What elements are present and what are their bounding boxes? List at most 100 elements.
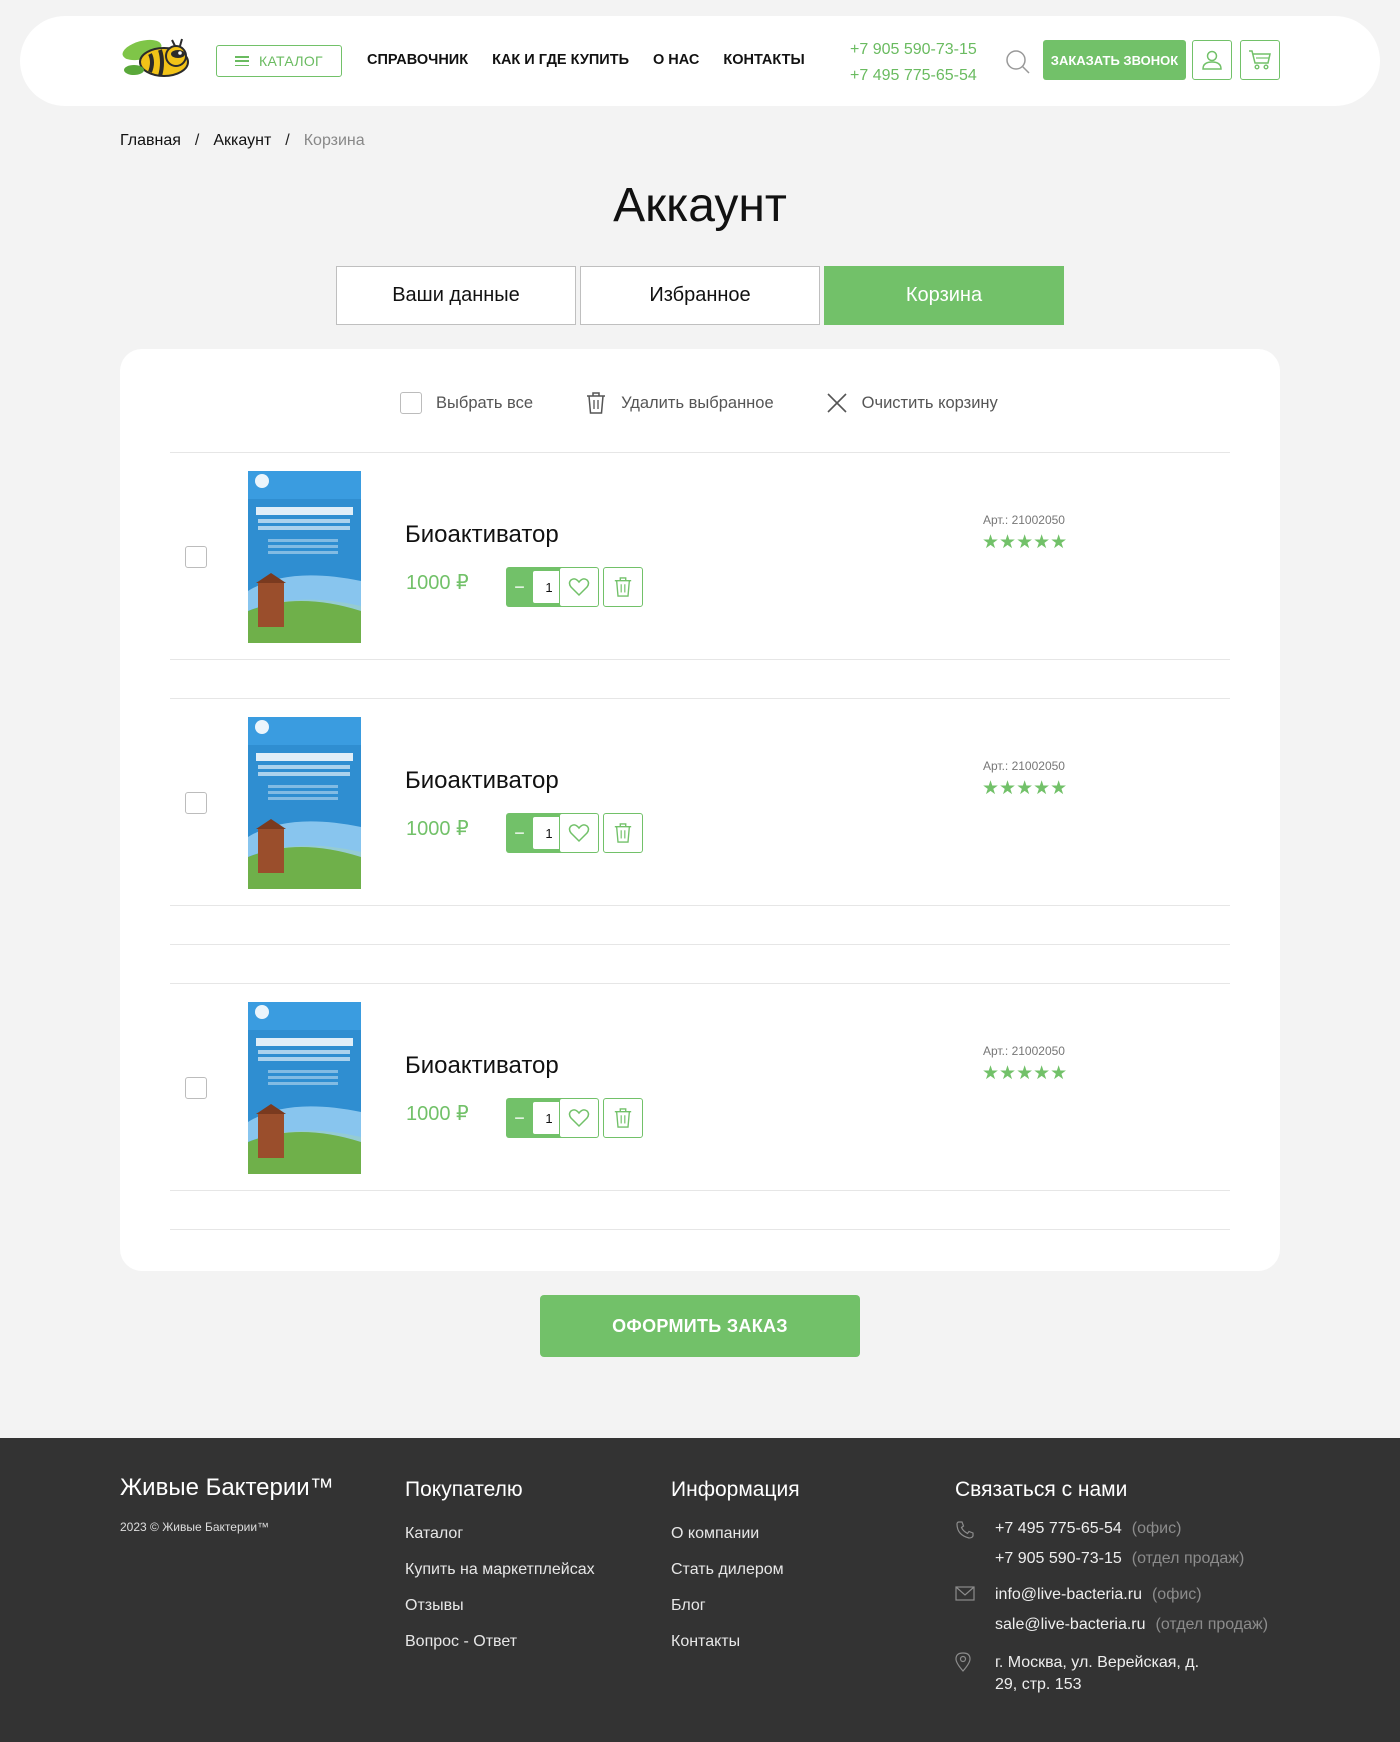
footer-link-contacts[interactable]: Контакты xyxy=(671,1624,800,1660)
footer-link-blog[interactable]: Блог xyxy=(671,1588,800,1624)
divider xyxy=(170,1229,1230,1230)
divider xyxy=(170,1190,1230,1191)
user-button[interactable] xyxy=(1192,40,1232,80)
rating-stars: ★★★★★ xyxy=(982,1063,1068,1084)
menu-icon xyxy=(235,56,250,66)
divider xyxy=(170,905,1230,906)
decrease-button[interactable]: − xyxy=(506,1098,533,1138)
order-call-button[interactable]: ЗАКАЗАТЬ ЗВОНОК xyxy=(1043,40,1186,80)
checkout-button[interactable]: ОФОРМИТЬ ЗАКАЗ xyxy=(540,1295,860,1357)
footer-link-faq[interactable]: Вопрос - Ответ xyxy=(405,1624,595,1660)
footer-info-column: Информация О компании Стать дилером Блог… xyxy=(671,1478,800,1660)
contact-phone-link[interactable]: +7 905 590-73-15 xyxy=(995,1550,1122,1568)
contact-note: (отдел продаж) xyxy=(1155,1616,1269,1633)
logo-bee-icon[interactable] xyxy=(120,34,196,80)
site-header: КАТАЛОГ СПРАВОЧНИК КАК И ГДЕ КУПИТЬ О НА… xyxy=(20,16,1380,106)
delete-item-button[interactable] xyxy=(603,567,643,607)
phone-icon xyxy=(955,1520,995,1545)
nav-about[interactable]: О НАС xyxy=(653,52,699,68)
location-pin-icon xyxy=(955,1652,995,1696)
nav-contacts[interactable]: КОНТАКТЫ xyxy=(723,52,804,68)
contact-email-link[interactable]: sale@live-bacteria.ru xyxy=(995,1616,1146,1634)
decrease-button[interactable]: − xyxy=(506,813,533,853)
rating-stars: ★★★★★ xyxy=(982,778,1068,799)
catalog-button[interactable]: КАТАЛОГ xyxy=(216,45,342,77)
select-all-button[interactable]: Выбрать все xyxy=(400,392,533,414)
footer-copyright: 2023 © Живые Бактерии™ xyxy=(120,1520,270,1534)
contact-email-link[interactable]: info@live-bacteria.ru xyxy=(995,1586,1142,1607)
trash-icon xyxy=(614,577,632,597)
tab-favorites[interactable]: Избранное xyxy=(580,266,820,325)
footer-buyer-column: Покупателю Каталог Купить на маркетплейс… xyxy=(405,1478,595,1660)
phone-link-2[interactable]: +7 495 775-65-54 xyxy=(850,63,977,89)
footer-column-title: Связаться с нами xyxy=(955,1478,1128,1501)
cart-icon xyxy=(1249,50,1271,70)
contact-email-office: info@live-bacteria.ru (офис) xyxy=(955,1586,1202,1607)
mail-icon xyxy=(955,1586,995,1607)
product-name[interactable]: Биоактиватор xyxy=(405,767,559,795)
footer-link-about[interactable]: О компании xyxy=(671,1516,800,1552)
item-checkbox[interactable] xyxy=(185,546,207,568)
tab-cart[interactable]: Корзина xyxy=(824,266,1064,325)
contact-note: (офис) xyxy=(1151,1586,1202,1603)
user-icon xyxy=(1202,50,1222,70)
product-price: 1000 ₽ xyxy=(406,1103,469,1125)
main-nav: СПРАВОЧНИК КАК И ГДЕ КУПИТЬ О НАС КОНТАК… xyxy=(367,52,805,68)
favorite-button[interactable] xyxy=(559,567,599,607)
breadcrumb-separator: / xyxy=(285,132,290,149)
address-line: 29, стр. 153 xyxy=(995,1676,1082,1693)
site-footer: Живые Бактерии™ 2023 © Живые Бактерии™ П… xyxy=(0,1438,1400,1742)
trash-icon xyxy=(614,1108,632,1128)
item-checkbox[interactable] xyxy=(185,1077,207,1099)
contact-address: г. Москва, ул. Верейская, д. 29, стр. 15… xyxy=(955,1652,1199,1696)
delete-selected-label: Удалить выбранное xyxy=(621,393,774,412)
breadcrumb-current: Корзина xyxy=(303,132,365,149)
product-name[interactable]: Биоактиватор xyxy=(405,521,559,549)
footer-link-marketplaces[interactable]: Купить на маркетплейсах xyxy=(405,1552,595,1588)
heart-icon xyxy=(568,578,590,597)
contact-phone-link[interactable]: +7 495 775-65-54 xyxy=(995,1520,1122,1545)
heart-icon xyxy=(568,824,590,843)
cart-actions: Выбрать все Удалить выбранное Очистить к… xyxy=(400,391,1050,415)
product-name[interactable]: Биоактиватор xyxy=(405,1052,559,1080)
nav-how-to-buy[interactable]: КАК И ГДЕ КУПИТЬ xyxy=(492,52,629,68)
footer-column-title: Покупателю xyxy=(405,1478,523,1501)
delete-item-button[interactable] xyxy=(603,813,643,853)
product-image[interactable] xyxy=(248,717,361,889)
phone-link-1[interactable]: +7 905 590-73-15 xyxy=(850,37,977,63)
item-checkbox[interactable] xyxy=(185,792,207,814)
footer-link-dealer[interactable]: Стать дилером xyxy=(671,1552,800,1588)
footer-link-reviews[interactable]: Отзывы xyxy=(405,1588,595,1624)
delete-item-button[interactable] xyxy=(603,1098,643,1138)
cart-panel: Выбрать все Удалить выбранное Очистить к… xyxy=(120,349,1280,1271)
tab-your-data[interactable]: Ваши данные xyxy=(336,266,576,325)
clear-cart-label: Очистить корзину xyxy=(861,393,998,412)
decrease-button[interactable]: − xyxy=(506,567,533,607)
breadcrumb-account[interactable]: Аккаунт xyxy=(213,132,271,150)
close-icon xyxy=(827,393,847,413)
contact-phone-sales: +7 905 590-73-15 (отдел продаж) xyxy=(955,1550,1244,1568)
cart-button[interactable] xyxy=(1240,40,1280,80)
footer-link-catalog[interactable]: Каталог xyxy=(405,1516,595,1552)
search-icon[interactable] xyxy=(1005,49,1031,75)
product-price: 1000 ₽ xyxy=(406,818,469,840)
product-sku: Арт.: 21002050 xyxy=(983,1044,1065,1058)
catalog-label: КАТАЛОГ xyxy=(259,53,323,69)
nav-reference[interactable]: СПРАВОЧНИК xyxy=(367,52,468,68)
clear-cart-button[interactable]: Очистить корзину xyxy=(826,392,998,414)
product-image[interactable] xyxy=(248,1002,361,1174)
rating-stars: ★★★★★ xyxy=(982,532,1068,553)
page-title: Аккаунт xyxy=(613,179,787,232)
contact-phone-office: +7 495 775-65-54 (офис) xyxy=(955,1520,1181,1545)
address-line: г. Москва, ул. Верейская, д. xyxy=(995,1654,1200,1671)
favorite-button[interactable] xyxy=(559,813,599,853)
breadcrumb-home[interactable]: Главная xyxy=(120,132,181,150)
cart-item: Биоактиватор 1000 ₽ − 1 + Арт.: 21002050… xyxy=(170,453,1230,659)
contact-email-sales: sale@live-bacteria.ru (отдел продаж) xyxy=(955,1616,1268,1634)
trash-icon xyxy=(587,392,606,414)
favorite-button[interactable] xyxy=(559,1098,599,1138)
select-all-checkbox[interactable] xyxy=(400,392,422,414)
delete-selected-button[interactable]: Удалить выбранное xyxy=(585,391,774,415)
divider xyxy=(170,659,1230,660)
product-image[interactable] xyxy=(248,471,361,643)
